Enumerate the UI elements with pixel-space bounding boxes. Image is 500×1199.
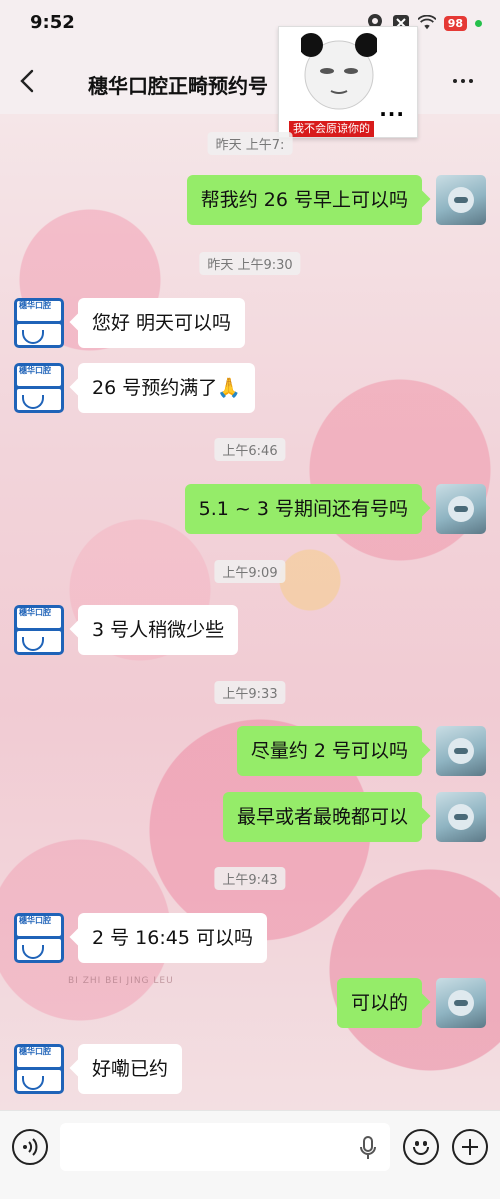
chat-title: 穗华口腔正畸预约号 — [88, 74, 268, 98]
tooth-logo-icon — [17, 631, 61, 652]
message-text: 26 号预约满了🙏 — [92, 377, 241, 399]
more-options-button[interactable] — [448, 66, 478, 96]
message-text: 您好 明天可以吗 — [92, 312, 232, 334]
avatar-logo-text: 穗华口腔 — [17, 608, 61, 628]
status-time: 9:52 — [30, 12, 75, 33]
smiley-icon — [413, 1147, 429, 1155]
message-outgoing[interactable]: 5.1 ~ 3 号期间还有号吗 — [184, 484, 422, 534]
avatar-logo-text: 穗华口腔 — [17, 366, 61, 386]
contact-avatar[interactable]: 穗华口腔 — [14, 363, 64, 413]
message-incoming[interactable]: 26 号预约满了🙏 — [78, 363, 255, 413]
timestamp: 上午9:09 — [214, 560, 286, 583]
my-avatar[interactable] — [436, 175, 486, 225]
emoji-button[interactable] — [403, 1129, 439, 1165]
contact-avatar[interactable]: 穗华口腔 — [14, 298, 64, 348]
more-dot-icon — [469, 79, 473, 83]
timestamp: 上午9:33 — [214, 681, 286, 704]
more-functions-button[interactable] — [452, 1129, 488, 1165]
message-outgoing[interactable]: 帮我约 26 号早上可以吗 — [186, 175, 422, 225]
message-outgoing[interactable]: 可以的 — [336, 978, 422, 1028]
chat-header: 穗华口腔正畸预约号 — [0, 48, 500, 114]
my-avatar[interactable] — [436, 484, 486, 534]
voice-wave-icon — [23, 1138, 38, 1156]
contact-avatar[interactable]: 穗华口腔 — [14, 605, 64, 655]
sticker-overlay: ... 我不会原谅你的 — [278, 26, 418, 138]
sticker-caption: 我不会原谅你的 — [289, 121, 374, 137]
my-avatar[interactable] — [436, 792, 486, 842]
avatar-logo-text: 穗华口腔 — [17, 1047, 61, 1067]
message-text: 好嘞已约 — [92, 1058, 169, 1080]
tooth-logo-icon — [17, 1070, 61, 1091]
message-incoming[interactable]: 好嘞已约 — [78, 1044, 183, 1094]
avatar-logo-text: 穗华口腔 — [17, 916, 61, 936]
background-watermark: BI ZHI BEI JING LEU — [68, 976, 174, 986]
tooth-logo-icon — [17, 389, 61, 410]
panda-meme-face-icon — [301, 33, 377, 110]
timestamp: 上午6:46 — [214, 438, 286, 461]
message-text: 帮我约 26 号早上可以吗 — [200, 189, 408, 211]
timestamp: 上午9:43 — [214, 867, 286, 890]
message-text: 可以的 — [350, 992, 408, 1014]
message-text: 3 号人稍微少些 — [92, 619, 225, 641]
message-input[interactable] — [60, 1123, 390, 1171]
contact-avatar[interactable]: 穗华口腔 — [14, 1044, 64, 1094]
microphone-icon[interactable] — [358, 1136, 378, 1160]
input-bar — [0, 1110, 500, 1199]
avatar-logo-text: 穗华口腔 — [17, 301, 61, 321]
message-incoming[interactable]: 3 号人稍微少些 — [78, 605, 239, 655]
chevron-left-icon — [20, 69, 34, 93]
privacy-dot-icon — [475, 19, 482, 27]
my-avatar[interactable] — [436, 978, 486, 1028]
more-dot-icon — [461, 79, 465, 83]
message-incoming[interactable]: 您好 明天可以吗 — [78, 298, 246, 348]
message-text: 5.1 ~ 3 号期间还有号吗 — [198, 498, 408, 520]
battery-indicator: 98 — [443, 15, 467, 31]
timestamp: 昨天 上午7: — [207, 132, 293, 155]
message-outgoing[interactable]: 尽量约 2 号可以吗 — [236, 726, 422, 776]
message-text: 尽量约 2 号可以吗 — [250, 740, 408, 762]
tooth-logo-icon — [17, 324, 61, 345]
contact-avatar[interactable]: 穗华口腔 — [14, 913, 64, 963]
voice-mode-button[interactable] — [12, 1129, 48, 1165]
back-button[interactable] — [14, 66, 44, 96]
message-text: 最早或者最晚都可以 — [236, 806, 408, 828]
timestamp: 昨天 上午9:30 — [199, 252, 301, 275]
my-avatar[interactable] — [436, 726, 486, 776]
message-incoming[interactable]: 2 号 16:45 可以吗 — [78, 913, 267, 963]
message-text: 2 号 16:45 可以吗 — [92, 927, 253, 949]
message-outgoing[interactable]: 最早或者最晚都可以 — [222, 792, 422, 842]
status-bar: 9:52 98 — [0, 0, 500, 48]
tooth-logo-icon — [17, 939, 61, 960]
wifi-icon — [417, 14, 436, 32]
more-dot-icon — [453, 79, 457, 83]
sticker-dots: ... — [379, 97, 405, 121]
